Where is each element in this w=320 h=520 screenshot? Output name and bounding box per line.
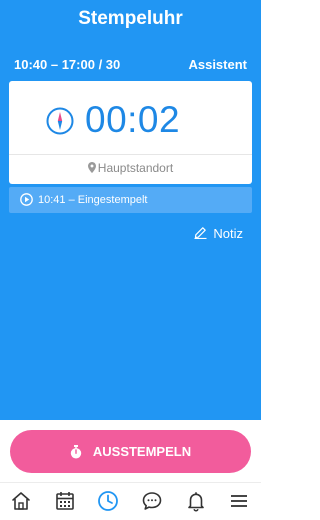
main-panel: Stempeluhr 10:40 – 17:00 / 30 Assistent … [0, 0, 261, 420]
nav-notifications[interactable] [185, 490, 207, 512]
nav-clock[interactable] [97, 490, 119, 512]
timer-card: 00:02 Hauptstandort [9, 81, 252, 184]
timer-value: 00:02 [85, 99, 181, 140]
nav-home[interactable] [10, 490, 32, 512]
nav-chat[interactable] [141, 490, 163, 512]
shift-time-range: 10:40 – 17:00 / 30 [14, 57, 121, 72]
calendar-icon [56, 492, 74, 510]
menu-icon [231, 495, 247, 507]
nav-calendar[interactable] [54, 490, 76, 512]
home-icon [12, 492, 30, 510]
timer-display: 00:02 [9, 81, 252, 155]
log-entry-text: 10:41 – Eingestempelt [38, 194, 148, 206]
bottom-navigation [0, 482, 261, 520]
compass-icon [46, 107, 74, 135]
page-title: Stempeluhr [78, 8, 183, 29]
chat-icon [142, 492, 162, 510]
clock-icon [98, 491, 118, 511]
clock-out-button[interactable]: AUSSTEMPELN [10, 430, 251, 473]
nav-menu[interactable] [228, 490, 250, 512]
play-circle-icon [20, 193, 33, 206]
bell-icon [188, 492, 204, 512]
location-label: Hauptstandort [97, 161, 174, 175]
pencil-icon [194, 227, 207, 240]
note-button[interactable]: Notiz [194, 226, 243, 241]
note-label: Notiz [213, 226, 243, 241]
location-pin-icon [87, 162, 96, 173]
stopwatch-icon [70, 444, 82, 458]
clock-out-label: AUSSTEMPELN [92, 444, 192, 459]
shift-row: 10:40 – 17:00 / 30 Assistent [0, 57, 261, 73]
log-entry: 10:41 – Eingestempelt [9, 187, 252, 213]
location-row: Hauptstandort [9, 161, 252, 175]
assistant-link[interactable]: Assistent [188, 57, 247, 72]
